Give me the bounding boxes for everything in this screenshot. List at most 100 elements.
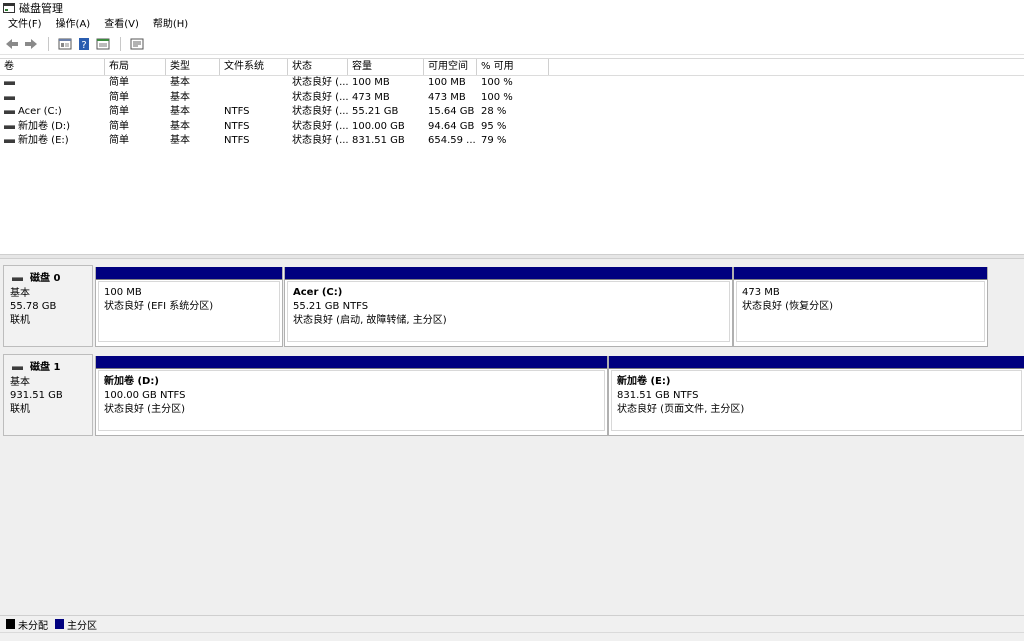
view-icon[interactable]: [129, 36, 145, 52]
disk-info-0[interactable]: 磁盘 0 基本 55.78 GB 联机: [3, 265, 93, 347]
partition-body: 新加卷 (D:) 100.00 GB NTFS 状态良好 (主分区): [98, 370, 605, 431]
volume-icon: [4, 95, 15, 100]
filesystem-cell: [220, 76, 288, 91]
volume-icon: [4, 81, 15, 86]
toolbar-separator: [48, 37, 49, 51]
disk-row-1: 磁盘 1 基本 931.51 GB 联机 新加卷 (D:) 100.00 GB …: [0, 350, 1024, 436]
partition-size: 100.00 GB NTFS: [104, 390, 186, 401]
disk-row-0: 磁盘 0 基本 55.78 GB 联机 100 MB 状态良好 (EFI 系统分…: [0, 261, 1024, 347]
table-row[interactable]: 简单 基本 状态良好 (... 100 MB 100 MB 100 %: [0, 76, 1024, 91]
disk-type: 基本: [10, 376, 30, 388]
table-row[interactable]: Acer (C:) 简单 基本 NTFS 状态良好 (... 55.21 GB …: [0, 105, 1024, 120]
partition-body: 新加卷 (E:) 831.51 GB NTFS 状态良好 (页面文件, 主分区): [611, 370, 1022, 431]
type-cell: 基本: [170, 77, 190, 89]
disk-icon: [12, 365, 23, 370]
volume-list: 卷 布局 类型 文件系统 状态 容量 可用空间 % 可用 简单 基本 状态良好 …: [0, 58, 1024, 254]
capacity-cell: 55.21 GB: [352, 106, 399, 118]
partition-name: 新加卷 (E:): [617, 376, 671, 387]
partition-status: 状态良好 (EFI 系统分区): [104, 301, 214, 312]
status-cell: 状态良好 (...: [292, 106, 348, 118]
title-bar: 磁盘管理: [0, 0, 1024, 16]
free-space-cell: 15.64 GB: [428, 106, 475, 118]
status-bar: [0, 632, 1024, 641]
disk-state: 联机: [10, 403, 30, 415]
partition-bar: [609, 356, 1024, 369]
disk-icon: [12, 276, 23, 281]
partition-size: 100 MB: [104, 287, 142, 298]
free-space-cell: 100 MB: [428, 77, 466, 89]
column-volume[interactable]: 卷: [0, 59, 105, 75]
layout-cell: 简单: [109, 135, 129, 147]
unallocated-swatch: [6, 619, 15, 629]
column-free-space[interactable]: 可用空间: [424, 59, 477, 75]
type-cell: 基本: [170, 106, 190, 118]
disk-map: 磁盘 0 基本 55.78 GB 联机 100 MB 状态良好 (EFI 系统分…: [0, 259, 1024, 615]
column-type[interactable]: 类型: [166, 59, 220, 75]
percent-free-cell: 100 %: [481, 91, 513, 103]
menu-help[interactable]: 帮助(H): [145, 16, 194, 34]
layout-cell: 简单: [109, 120, 129, 132]
legend-unallocated: 未分配: [6, 617, 48, 632]
capacity-cell: 473 MB: [352, 91, 390, 103]
menu-action[interactable]: 操作(A): [48, 16, 97, 34]
forward-icon[interactable]: [23, 36, 39, 52]
column-percent-free[interactable]: % 可用: [477, 59, 549, 75]
disk-info-1[interactable]: 磁盘 1 基本 931.51 GB 联机: [3, 354, 93, 436]
partition-name: 新加卷 (D:): [104, 376, 159, 387]
disk-name: 磁盘 0: [10, 272, 92, 286]
column-layout[interactable]: 布局: [105, 59, 166, 75]
capacity-cell: 831.51 GB: [352, 135, 405, 147]
partition-bar: [96, 356, 607, 369]
primary-partition-swatch: [55, 619, 64, 629]
volume-name: 新加卷 (E:): [18, 135, 69, 147]
partition-status: 状态良好 (启动, 故障转储, 主分区): [293, 315, 447, 326]
volume-icon: [4, 110, 15, 115]
console-icon[interactable]: [95, 36, 111, 52]
column-status[interactable]: 状态: [288, 59, 348, 75]
layout-cell: 简单: [109, 77, 129, 89]
partition-bar: [285, 267, 732, 280]
disk-label: 磁盘 1: [30, 362, 61, 373]
table-row[interactable]: 新加卷 (E:) 简单 基本 NTFS 状态良好 (... 831.51 GB …: [0, 134, 1024, 149]
partition-size: 831.51 GB NTFS: [617, 390, 699, 401]
table-row[interactable]: 简单 基本 状态良好 (... 473 MB 473 MB 100 %: [0, 91, 1024, 106]
partition-efi[interactable]: 100 MB 状态良好 (EFI 系统分区): [95, 267, 283, 347]
column-filesystem[interactable]: 文件系统: [220, 59, 288, 75]
properties-icon[interactable]: [57, 36, 73, 52]
percent-free-cell: 100 %: [481, 77, 513, 89]
free-space-cell: 654.59 ...: [428, 135, 476, 147]
percent-free-cell: 95 %: [481, 120, 507, 132]
menu-view[interactable]: 查看(V): [96, 16, 145, 34]
partition-status: 状态良好 (页面文件, 主分区): [617, 404, 745, 415]
partition-e[interactable]: 新加卷 (E:) 831.51 GB NTFS 状态良好 (页面文件, 主分区): [608, 356, 1024, 436]
volume-cell: Acer (C:): [0, 105, 105, 120]
partition-d[interactable]: 新加卷 (D:) 100.00 GB NTFS 状态良好 (主分区): [95, 356, 608, 436]
volume-name: Acer (C:): [18, 106, 62, 118]
disk-management-icon: [3, 3, 15, 13]
percent-free-cell: 79 %: [481, 135, 507, 147]
column-capacity[interactable]: 容量: [348, 59, 424, 75]
partition-size: 55.21 GB NTFS: [293, 301, 369, 312]
disk-name: 磁盘 1: [10, 361, 92, 375]
partition-recovery[interactable]: 473 MB 状态良好 (恢复分区): [733, 267, 988, 347]
help-icon[interactable]: ?: [76, 36, 92, 52]
volume-name: 新加卷 (D:): [18, 120, 71, 132]
partition-c[interactable]: Acer (C:) 55.21 GB NTFS 状态良好 (启动, 故障转储, …: [284, 267, 733, 347]
volume-list-header: 卷 布局 类型 文件系统 状态 容量 可用空间 % 可用: [0, 59, 1024, 76]
window-title: 磁盘管理: [19, 2, 63, 15]
table-row[interactable]: 新加卷 (D:) 简单 基本 NTFS 状态良好 (... 100.00 GB …: [0, 120, 1024, 135]
percent-free-cell: 28 %: [481, 106, 507, 118]
partition-name: Acer (C:): [293, 287, 343, 298]
back-icon[interactable]: [4, 36, 20, 52]
menu-file[interactable]: 文件(F): [0, 16, 48, 34]
volume-icon: [4, 139, 15, 144]
legend-label: 未分配: [18, 620, 48, 632]
volume-cell: [0, 76, 105, 91]
type-cell: 基本: [170, 91, 190, 103]
volume-cell: 新加卷 (E:): [0, 134, 105, 149]
legend-primary-partition: 主分区: [55, 617, 97, 632]
partition-bar: [734, 267, 987, 280]
partition-status: 状态良好 (恢复分区): [742, 301, 833, 312]
disk-size: 931.51 GB: [10, 390, 63, 401]
partition-body: 100 MB 状态良好 (EFI 系统分区): [98, 281, 280, 342]
